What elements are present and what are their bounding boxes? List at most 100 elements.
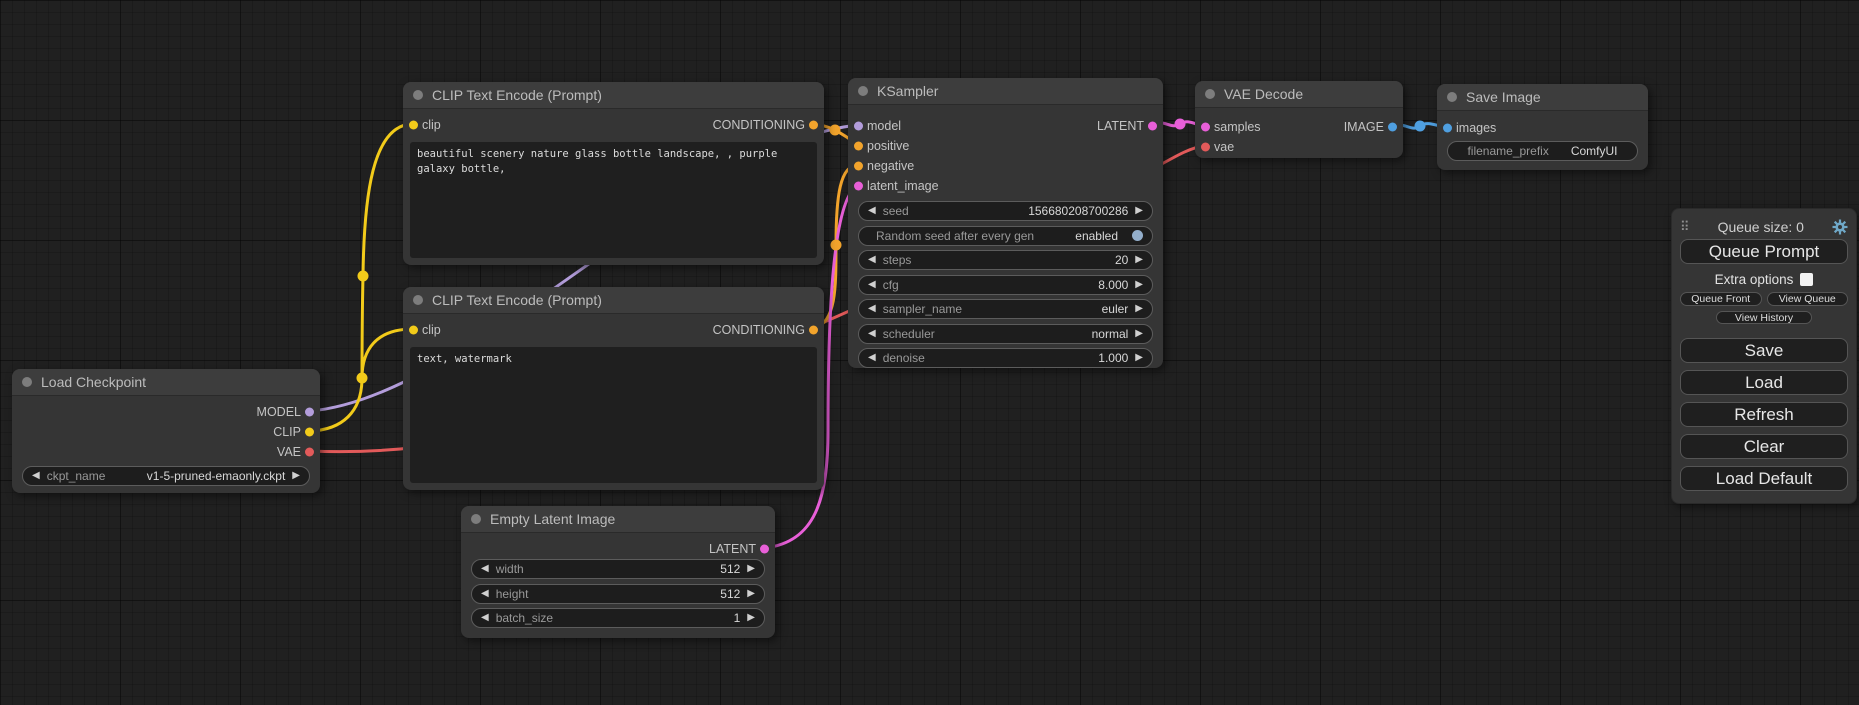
node-ksampler[interactable]: KSampler model positive negative latent_…	[848, 78, 1163, 368]
right-arrow-icon[interactable]: ▶	[1135, 353, 1143, 363]
reroute-dot[interactable]	[831, 240, 842, 251]
prompt-text-input[interactable]: text, watermark	[410, 347, 817, 483]
port-dot-conditioning[interactable]	[854, 162, 863, 171]
left-arrow-icon[interactable]: ◀	[868, 304, 876, 314]
extra-options-checkbox[interactable]	[1800, 273, 1813, 286]
output-port-model[interactable]: MODEL	[12, 402, 320, 422]
node-save-image[interactable]: Save Image images filename_prefix ComfyU…	[1437, 84, 1648, 170]
node-title-bar[interactable]: VAE Decode	[1195, 81, 1403, 108]
port-dot-conditioning[interactable]	[854, 142, 863, 151]
port-dot-latent[interactable]	[1148, 122, 1157, 131]
output-port-latent[interactable]: LATENT	[461, 539, 775, 559]
widget-sampler-name[interactable]: ◀ sampler_name euler ▶	[858, 299, 1153, 319]
left-arrow-icon[interactable]: ◀	[481, 589, 489, 599]
output-port-conditioning[interactable]: CONDITIONING	[665, 320, 824, 340]
drag-handle-icon[interactable]: ⠿	[1680, 219, 1690, 235]
refresh-button[interactable]: Refresh	[1680, 402, 1848, 427]
port-dot-latent[interactable]	[1201, 123, 1210, 132]
port-dot-conditioning[interactable]	[809, 326, 818, 335]
node-title-bar[interactable]: KSampler	[848, 78, 1163, 105]
widget-random-seed-toggle[interactable]: Random seed after every gen enabled	[858, 226, 1153, 246]
port-dot-latent[interactable]	[760, 545, 769, 554]
node-clip-text-encode-negative[interactable]: CLIP Text Encode (Prompt) clip CONDITION…	[403, 287, 824, 490]
reroute-dot[interactable]	[1415, 121, 1426, 132]
queue-front-button[interactable]: Queue Front	[1680, 292, 1762, 306]
reroute-dot[interactable]	[357, 373, 368, 384]
left-arrow-icon[interactable]: ◀	[868, 206, 876, 216]
right-arrow-icon[interactable]: ▶	[1135, 304, 1143, 314]
node-title-bar[interactable]: CLIP Text Encode (Prompt)	[403, 287, 824, 314]
load-button[interactable]: Load	[1680, 370, 1848, 395]
left-arrow-icon[interactable]: ◀	[32, 471, 40, 481]
view-queue-button[interactable]: View Queue	[1767, 292, 1849, 306]
collapse-dot-icon[interactable]	[22, 377, 32, 387]
save-button[interactable]: Save	[1680, 338, 1848, 363]
port-dot-image[interactable]	[1443, 124, 1452, 133]
comfyui-canvas[interactable]: { "colors": { "model": "#b39ddb", "clip"…	[0, 0, 1859, 705]
widget-steps[interactable]: ◀ steps 20 ▶	[858, 250, 1153, 270]
widget-batch-size[interactable]: ◀ batch_size 1 ▶	[471, 608, 765, 628]
right-arrow-icon[interactable]: ▶	[292, 471, 300, 481]
right-arrow-icon[interactable]: ▶	[747, 613, 755, 623]
prompt-text-input[interactable]: beautiful scenery nature glass bottle la…	[410, 142, 817, 258]
widget-denoise[interactable]: ◀ denoise 1.000 ▶	[858, 348, 1153, 368]
left-arrow-icon[interactable]: ◀	[868, 329, 876, 339]
output-port-image[interactable]: IMAGE	[1244, 117, 1403, 137]
port-dot-clip[interactable]	[409, 326, 418, 335]
input-port-latent-image[interactable]: latent_image	[848, 176, 1163, 196]
output-port-conditioning[interactable]: CONDITIONING	[665, 115, 824, 135]
port-dot-model[interactable]	[305, 408, 314, 417]
input-port-negative[interactable]: negative	[848, 156, 1163, 176]
collapse-dot-icon[interactable]	[413, 295, 423, 305]
node-title-bar[interactable]: CLIP Text Encode (Prompt)	[403, 82, 824, 109]
node-vae-decode[interactable]: VAE Decode samples vae IMAGE	[1195, 81, 1403, 158]
left-arrow-icon[interactable]: ◀	[868, 255, 876, 265]
collapse-dot-icon[interactable]	[858, 86, 868, 96]
output-port-vae[interactable]: VAE	[12, 442, 320, 462]
input-port-images[interactable]: images	[1437, 118, 1648, 138]
reroute-dot[interactable]	[1175, 119, 1186, 130]
port-dot-latent[interactable]	[854, 182, 863, 191]
port-dot-clip[interactable]	[409, 121, 418, 130]
settings-gear-icon[interactable]	[1832, 219, 1848, 235]
left-arrow-icon[interactable]: ◀	[481, 613, 489, 623]
right-arrow-icon[interactable]: ▶	[1135, 280, 1143, 290]
right-arrow-icon[interactable]: ▶	[747, 589, 755, 599]
input-port-vae[interactable]: vae	[1195, 137, 1403, 157]
right-arrow-icon[interactable]: ▶	[747, 564, 755, 574]
node-empty-latent-image[interactable]: Empty Latent Image LATENT ◀ width 512 ▶ …	[461, 506, 775, 638]
left-arrow-icon[interactable]: ◀	[481, 564, 489, 574]
port-dot-vae[interactable]	[305, 448, 314, 457]
node-title-bar[interactable]: Save Image	[1437, 84, 1648, 111]
right-arrow-icon[interactable]: ▶	[1135, 329, 1143, 339]
load-default-button[interactable]: Load Default	[1680, 466, 1848, 491]
widget-seed[interactable]: ◀ seed 156680208700286 ▶	[858, 201, 1153, 221]
reroute-dot[interactable]	[358, 271, 369, 282]
right-arrow-icon[interactable]: ▶	[1135, 206, 1143, 216]
widget-filename-prefix[interactable]: filename_prefix ComfyUI	[1447, 141, 1638, 161]
node-title-bar[interactable]: Load Checkpoint	[12, 369, 320, 396]
view-history-button[interactable]: View History	[1716, 311, 1812, 324]
input-port-positive[interactable]: positive	[848, 136, 1163, 156]
node-title-bar[interactable]: Empty Latent Image	[461, 506, 775, 533]
port-dot-image[interactable]	[1388, 123, 1397, 132]
widget-scheduler[interactable]: ◀ scheduler normal ▶	[858, 324, 1153, 344]
port-dot-vae[interactable]	[1201, 143, 1210, 152]
clear-button[interactable]: Clear	[1680, 434, 1848, 459]
left-arrow-icon[interactable]: ◀	[868, 353, 876, 363]
left-arrow-icon[interactable]: ◀	[868, 280, 876, 290]
port-dot-model[interactable]	[854, 122, 863, 131]
widget-width[interactable]: ◀ width 512 ▶	[471, 559, 765, 579]
output-port-latent[interactable]: LATENT	[1004, 116, 1163, 136]
node-clip-text-encode-positive[interactable]: CLIP Text Encode (Prompt) clip CONDITION…	[403, 82, 824, 265]
node-load-checkpoint[interactable]: Load Checkpoint MODEL CLIP VAE ◀ ckpt_na…	[12, 369, 320, 493]
right-arrow-icon[interactable]: ▶	[1135, 255, 1143, 265]
widget-height[interactable]: ◀ height 512 ▶	[471, 584, 765, 604]
collapse-dot-icon[interactable]	[1205, 89, 1215, 99]
collapse-dot-icon[interactable]	[1447, 92, 1457, 102]
output-port-clip[interactable]: CLIP	[12, 422, 320, 442]
port-dot-clip[interactable]	[305, 428, 314, 437]
toggle-dot[interactable]	[1132, 230, 1143, 241]
widget-ckpt-name[interactable]: ◀ ckpt_name v1-5-pruned-emaonly.ckpt ▶	[22, 466, 310, 486]
collapse-dot-icon[interactable]	[471, 514, 481, 524]
